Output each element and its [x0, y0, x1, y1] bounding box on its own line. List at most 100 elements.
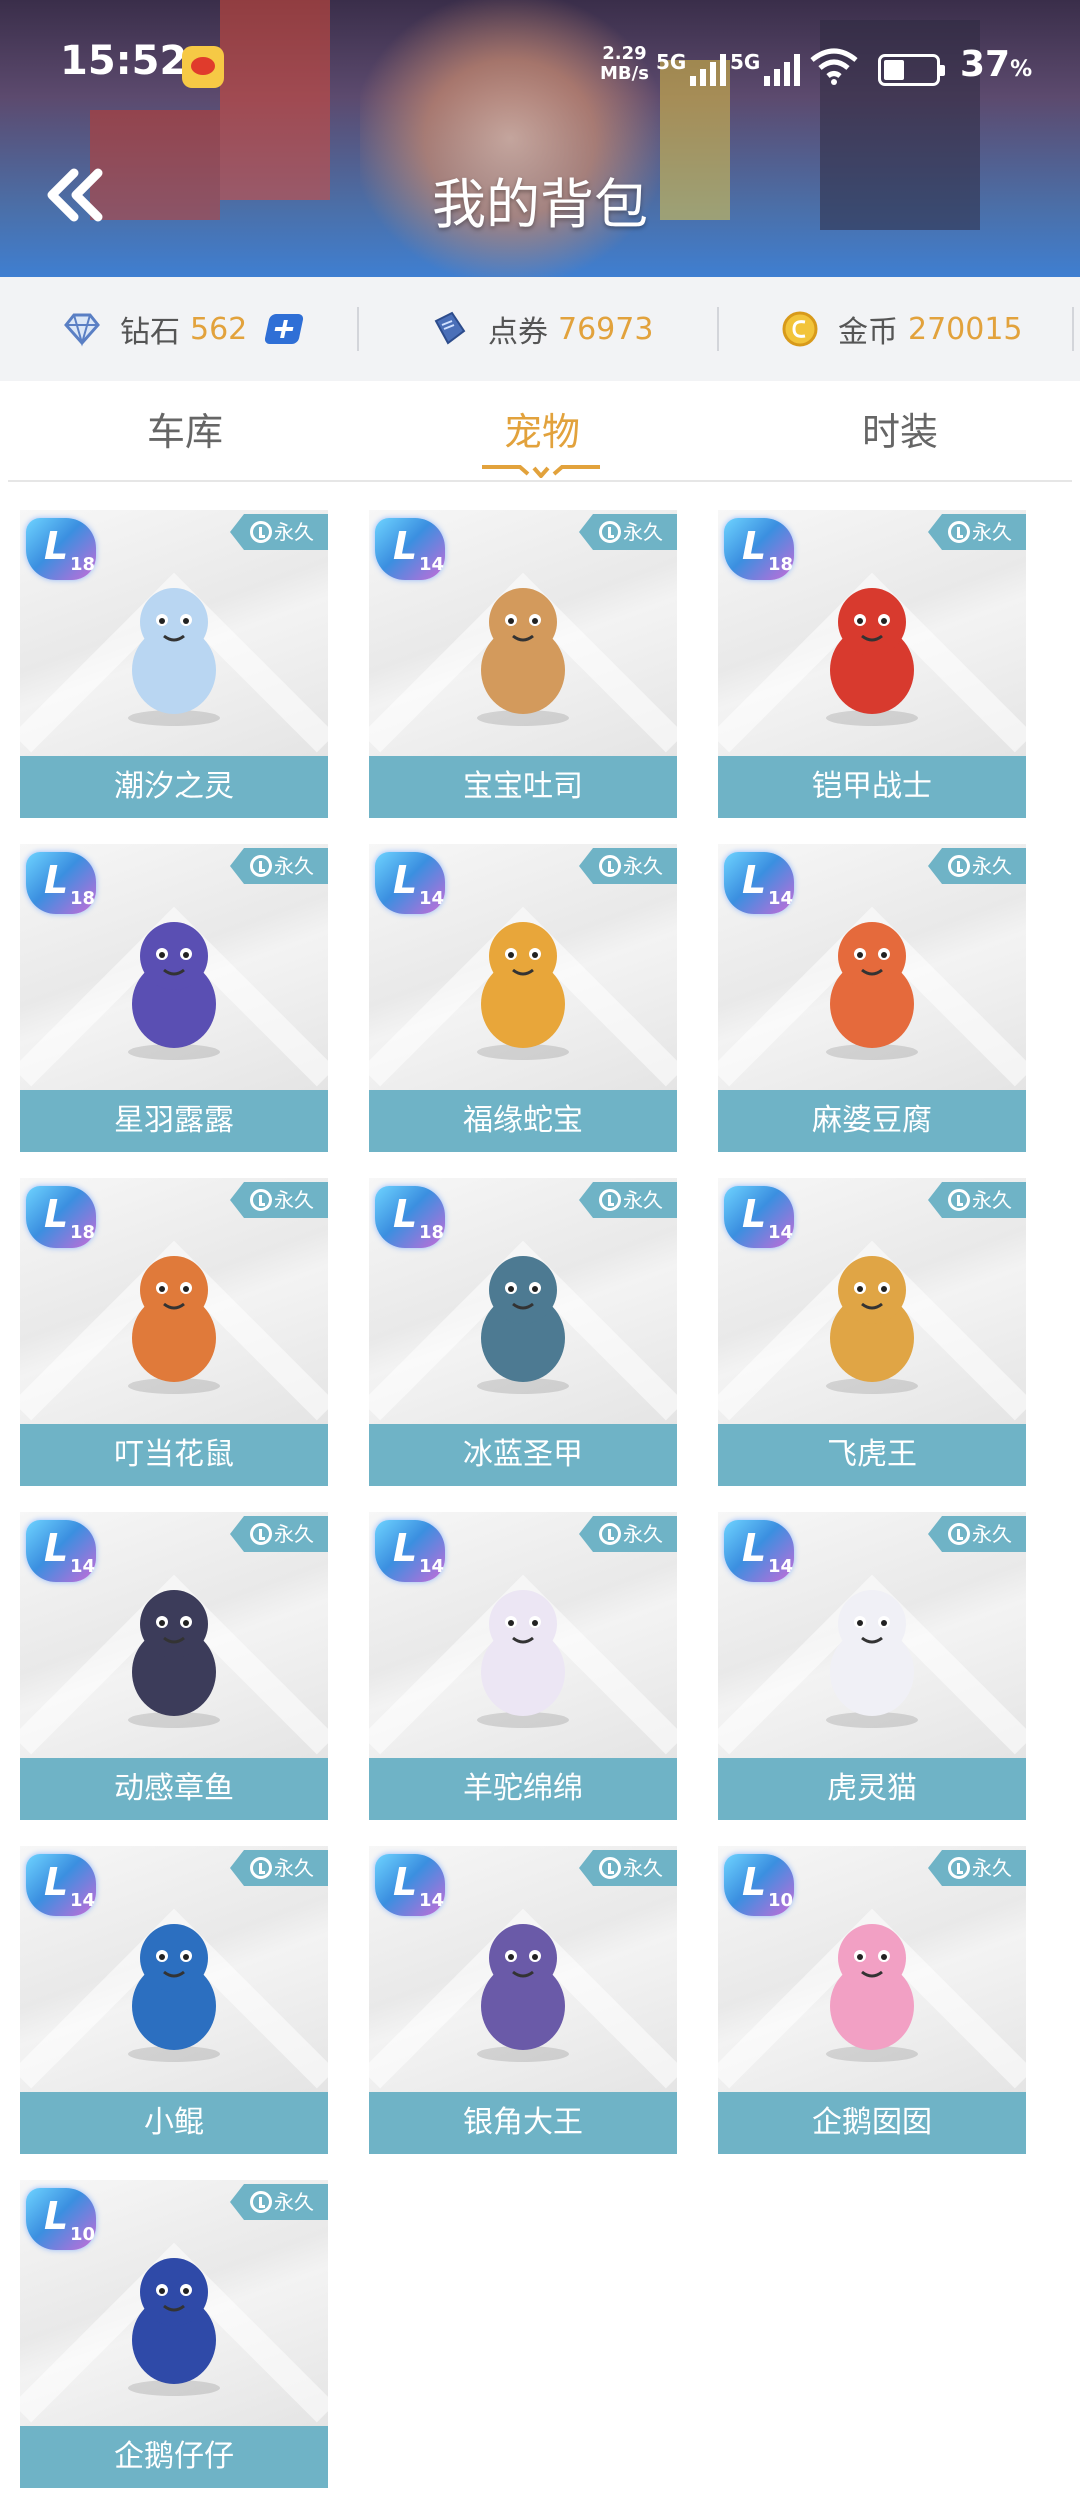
level-badge: L 10 — [26, 2188, 96, 2250]
level-number: 18 — [70, 554, 96, 575]
permanent-label: 永久 — [274, 854, 314, 878]
clock-icon — [948, 521, 970, 543]
currency-label: 钻石 — [120, 315, 180, 350]
pet-name: 企鹅囡囡 — [718, 2092, 1026, 2154]
pet-card[interactable]: L 10 永久 企鹅囡囡 — [718, 1846, 1026, 2154]
clock-icon — [250, 521, 272, 543]
permanent-label: 永久 — [972, 1856, 1012, 1880]
level-badge: L 14 — [724, 852, 794, 914]
pet-card[interactable]: L 14 永久 福缘蛇宝 — [369, 844, 677, 1152]
level-number: 18 — [768, 554, 794, 575]
permanent-badge: 永久 — [579, 1516, 677, 1552]
pet-name: 叮当花鼠 — [20, 1424, 328, 1486]
clock-icon — [250, 2191, 272, 2213]
currency-bar: 钻石 562 点券 76973 金币 270015 — [0, 277, 1080, 381]
currency-diamond: 钻石 562 — [62, 277, 305, 381]
battery-percent: 37% — [960, 44, 1033, 85]
pet-image — [826, 1590, 918, 1728]
permanent-label: 永久 — [972, 1188, 1012, 1212]
tab-pets[interactable]: 宠物 — [422, 401, 662, 456]
permanent-label: 永久 — [274, 1522, 314, 1546]
divider — [717, 307, 719, 351]
divider — [357, 307, 359, 351]
clock-icon — [948, 855, 970, 877]
level-badge: L 14 — [26, 1854, 96, 1916]
permanent-badge: 永久 — [230, 1182, 328, 1218]
pet-card[interactable]: L 18 永久 冰蓝圣甲 — [369, 1178, 677, 1486]
clock-icon — [599, 1857, 621, 1879]
permanent-label: 永久 — [274, 1188, 314, 1212]
tabs-divider — [8, 480, 1072, 482]
pet-name: 小鲲 — [20, 2092, 328, 2154]
permanent-badge: 永久 — [928, 1516, 1026, 1552]
permanent-label: 永久 — [274, 2190, 314, 2214]
pet-card[interactable]: L 18 永久 潮汐之灵 — [20, 510, 328, 818]
pet-name: 企鹅仔仔 — [20, 2426, 328, 2488]
pet-card[interactable]: L 18 永久 铠甲战士 — [718, 510, 1026, 818]
clock-icon — [599, 521, 621, 543]
pet-image — [128, 1590, 220, 1728]
signal-label-2: 5G — [730, 50, 761, 74]
clock-icon — [250, 1857, 272, 1879]
pet-name: 动感章鱼 — [20, 1758, 328, 1820]
pet-card[interactable]: L 14 永久 飞虎王 — [718, 1178, 1026, 1486]
pet-name: 福缘蛇宝 — [369, 1090, 677, 1152]
pet-name: 虎灵猫 — [718, 1758, 1026, 1820]
category-tabs: 车库 宠物 时装 — [0, 381, 1080, 482]
pet-image — [826, 1256, 918, 1394]
tab-fashion[interactable]: 时装 — [780, 401, 1020, 456]
clock-icon — [599, 1523, 621, 1545]
pet-card[interactable]: L 14 永久 银角大王 — [369, 1846, 677, 2154]
level-badge: L 14 — [375, 518, 445, 580]
level-number: 10 — [768, 1890, 794, 1911]
pet-image — [128, 588, 220, 726]
pet-card[interactable]: L 14 永久虎灵猫 — [718, 1512, 1026, 1820]
currency-value: 562 — [190, 311, 248, 347]
permanent-badge: 永久 — [928, 514, 1026, 550]
pet-card[interactable]: L 14 永久 宝宝吐司 — [369, 510, 677, 818]
permanent-label: 永久 — [623, 1856, 663, 1880]
level-number: 14 — [70, 1890, 96, 1911]
pet-name: 麻婆豆腐 — [718, 1090, 1026, 1152]
pet-image — [128, 1256, 220, 1394]
level-badge: L 14 — [724, 1520, 794, 1582]
tab-garage[interactable]: 车库 — [65, 401, 305, 456]
clock-icon — [250, 855, 272, 877]
pet-card[interactable]: L 14 永久 动感章鱼 — [20, 1512, 328, 1820]
page-title: 我的背包 — [432, 173, 648, 236]
add-diamond-button[interactable] — [264, 314, 305, 344]
pet-name: 星羽露露 — [20, 1090, 328, 1152]
network-speed-value: 2.29 — [602, 43, 647, 64]
cell-signal-icon — [764, 52, 808, 86]
pet-card[interactable]: L 14 永久 麻婆豆腐 — [718, 844, 1026, 1152]
currency-value: 76973 — [558, 311, 654, 347]
permanent-badge: 永久 — [579, 514, 677, 550]
battery-icon — [878, 54, 945, 86]
permanent-badge: 永久 — [230, 848, 328, 884]
weibo-notification-icon — [182, 46, 224, 88]
permanent-badge: 永久 — [230, 2184, 328, 2220]
level-badge: L 14 — [724, 1186, 794, 1248]
pet-image — [826, 588, 918, 726]
permanent-badge: 永久 — [230, 1850, 328, 1886]
currency-ticket: 点券 76973 — [430, 277, 653, 381]
permanent-badge: 永久 — [230, 1516, 328, 1552]
pet-card[interactable]: L 18 永久 星羽露露 — [20, 844, 328, 1152]
level-number: 14 — [768, 1222, 794, 1243]
pet-image — [477, 1256, 569, 1394]
pet-card[interactable]: L 10 永久企鹅仔仔 — [20, 2180, 328, 2488]
permanent-label: 永久 — [623, 1522, 663, 1546]
clock-icon — [599, 855, 621, 877]
pet-card[interactable]: L 14 永久 羊驼绵绵 — [369, 1512, 677, 1820]
level-number: 14 — [419, 1556, 445, 1577]
clock-icon — [250, 1523, 272, 1545]
level-number: 14 — [419, 1890, 445, 1911]
pet-card[interactable]: L 14 永久小鲲 — [20, 1846, 328, 2154]
clock-icon — [948, 1189, 970, 1211]
permanent-badge: 永久 — [230, 514, 328, 550]
permanent-label: 永久 — [972, 520, 1012, 544]
clock-icon — [948, 1523, 970, 1545]
permanent-label: 永久 — [623, 520, 663, 544]
pet-card[interactable]: L 18 永久 叮当花鼠 — [20, 1178, 328, 1486]
permanent-label: 永久 — [623, 854, 663, 878]
